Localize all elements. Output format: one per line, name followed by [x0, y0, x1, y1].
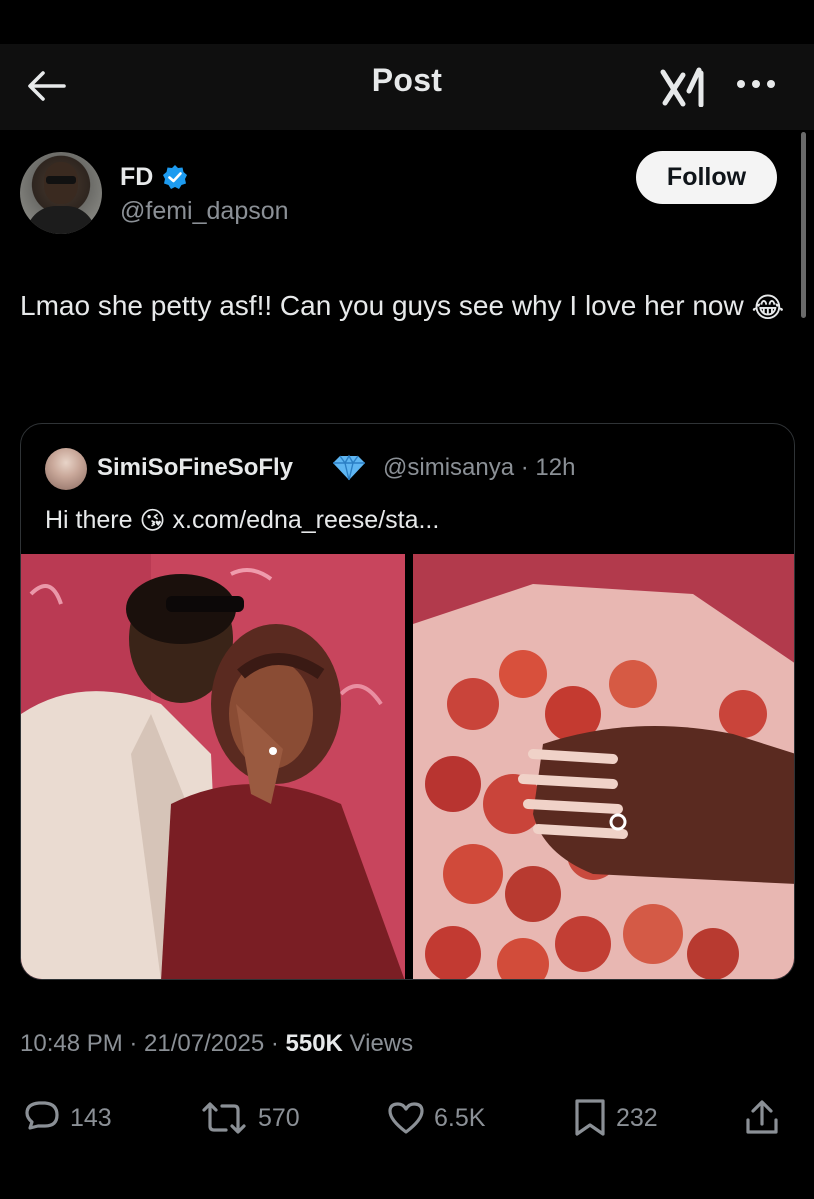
more-button[interactable] [728, 66, 784, 102]
quote-avatar[interactable] [45, 448, 87, 490]
author-display-name[interactable]: FD [120, 163, 153, 192]
author-handle[interactable]: @femi_dapson [120, 197, 289, 226]
views-count[interactable]: 550K [286, 1030, 343, 1057]
bookmark-button[interactable]: 232 [572, 1090, 658, 1146]
quote-text: Hi there 😘 x.com/edna_reese/sta... [45, 506, 439, 536]
bouquet-photo-art [413, 554, 794, 979]
time-date: 10:48 PM · 21/07/2025 · [20, 1030, 286, 1057]
scrollbar[interactable] [801, 132, 806, 318]
like-button[interactable]: 6.5K [386, 1090, 485, 1146]
quote-link[interactable]: x.com/edna_reese/sta... [173, 506, 440, 534]
top-bar: Post [0, 44, 814, 130]
verified-badge-icon [163, 165, 187, 189]
quote-photo-bouquet[interactable] [413, 554, 794, 979]
status-area [0, 0, 814, 44]
repost-count: 570 [258, 1103, 300, 1132]
share-button[interactable] [742, 1090, 782, 1146]
heart-icon [388, 1102, 424, 1134]
repost-button[interactable]: 570 [198, 1090, 300, 1146]
grok-button[interactable] [655, 64, 715, 110]
tears-of-joy-emoji: 😂 [751, 291, 785, 323]
reply-count: 143 [70, 1103, 112, 1132]
share-icon [746, 1100, 778, 1134]
post-body: Lmao she petty asf!! Can you guys see wh… [20, 290, 744, 321]
action-bar: 143 570 6.5K 232 [0, 1090, 814, 1146]
more-horizontal-icon [737, 80, 775, 88]
repost-icon [202, 1102, 246, 1134]
kiss-emoji: 😘 [139, 507, 166, 536]
author-avatar[interactable] [20, 152, 102, 234]
post-text: Lmao she petty asf!! Can you guys see wh… [20, 282, 795, 332]
views-label: Views [342, 1030, 414, 1057]
quote-handle-time: @simisanya · 12h [383, 454, 576, 481]
bookmark-icon [575, 1099, 605, 1136]
quote-body: Hi there [45, 506, 133, 534]
bookmark-count: 232 [616, 1103, 658, 1132]
follow-button[interactable]: Follow [636, 151, 777, 204]
grok-logo-icon [660, 67, 704, 107]
diamond-icon [333, 454, 365, 481]
reply-icon [25, 1101, 59, 1130]
quote-photo-couple[interactable] [21, 554, 405, 979]
quote-display-name[interactable]: SimiSoFineSoFly [97, 454, 293, 482]
couple-photo-art [21, 554, 405, 979]
quoted-post[interactable]: SimiSoFineSoFly @simisanya · 12h Hi ther… [20, 423, 795, 980]
like-count: 6.5K [434, 1103, 486, 1132]
post-timestamp: 10:48 PM · 21/07/2025 · 550K Views [20, 1030, 413, 1058]
reply-button[interactable]: 143 [22, 1090, 112, 1146]
